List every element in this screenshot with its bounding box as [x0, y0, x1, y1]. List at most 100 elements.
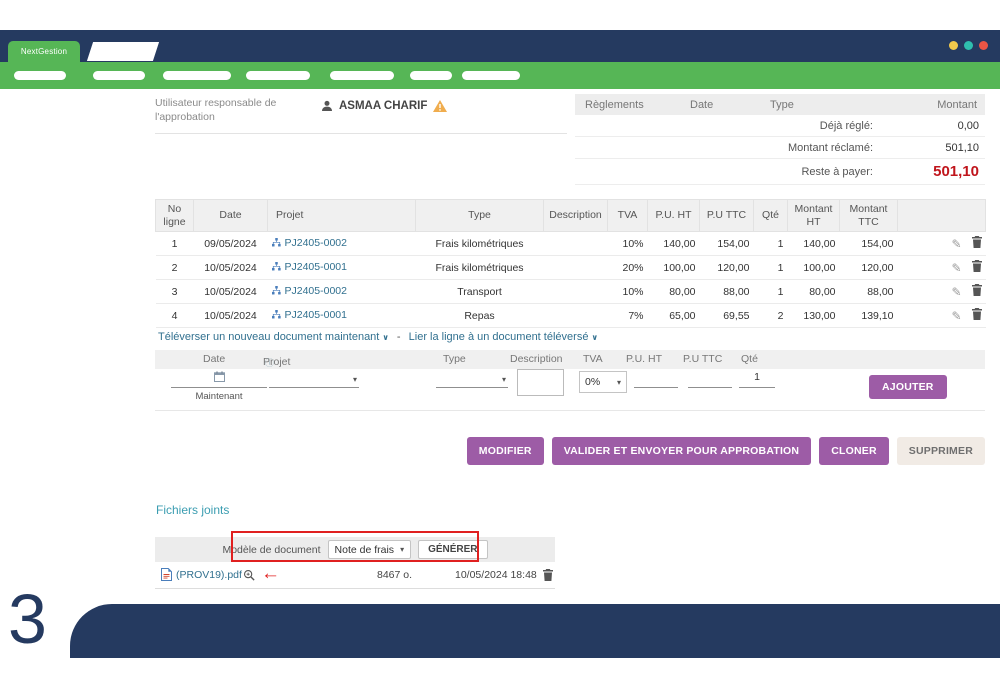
cell-description: [544, 304, 608, 328]
redacted-tab-title: [87, 42, 159, 61]
warning-icon[interactable]: [433, 100, 447, 112]
project-link[interactable]: PJ2405-0002: [285, 285, 347, 297]
cell-pu-ttc: 88,00: [700, 280, 754, 304]
delete-line-icon[interactable]: [972, 263, 982, 275]
upload-document-link[interactable]: Téléverser un nouveau document maintenan…: [158, 331, 389, 343]
edit-icon[interactable]: ✎: [951, 237, 961, 251]
cell-montant-ht: 130,00: [788, 304, 840, 328]
col-no-ligne: No ligne: [156, 200, 194, 232]
type-select[interactable]: ▾: [436, 371, 508, 388]
nav-item-redacted[interactable]: [246, 71, 310, 80]
description-input[interactable]: [517, 369, 564, 396]
cell-type: Frais kilométriques: [416, 232, 544, 256]
edit-icon[interactable]: ✎: [951, 261, 961, 275]
col-montant-ttc: Montant TTC: [840, 200, 898, 232]
cell-tva: 10%: [608, 232, 648, 256]
edit-icon[interactable]: ✎: [951, 309, 961, 323]
template-select[interactable]: Note de frais ▾: [328, 540, 412, 559]
cell-pu-ht: 100,00: [648, 256, 700, 280]
cell-no: 3: [156, 280, 194, 304]
cell-date: 09/05/2024: [194, 232, 268, 256]
cell-tva: 10%: [608, 280, 648, 304]
expense-line-row: 3 10/05/2024 PJ2405-0002 Transport 10% 8…: [156, 280, 986, 304]
cell-montant-ttc: 120,00: [840, 256, 898, 280]
nav-item-redacted[interactable]: [163, 71, 231, 80]
generate-button[interactable]: GÉNÉRER: [418, 540, 487, 559]
caret-down-icon: ▾: [353, 375, 357, 384]
payments-row-montant-reclame: Montant réclamé: 501,10: [575, 137, 985, 159]
project-link[interactable]: PJ2405-0001: [285, 261, 347, 273]
attachment-file-row: (PROV19).pdf ← 8467 o. 10/05/2024 18:48: [155, 563, 555, 589]
date-input[interactable]: Maintenant: [171, 371, 267, 402]
col-montant-ht: Montant HT: [788, 200, 840, 232]
add-form-header: Date Projetⓘ Type Description TVA P.U. H…: [155, 350, 985, 369]
add-line-form: Maintenant ▾ ▾ 0% ▾ 1 AJOUTER: [155, 371, 985, 411]
nav-item-redacted[interactable]: [410, 71, 452, 80]
window-button-teal[interactable]: [964, 41, 973, 50]
zoom-preview-icon[interactable]: [243, 569, 255, 584]
nav-item-redacted[interactable]: [93, 71, 145, 80]
delete-line-icon[interactable]: [972, 239, 982, 251]
cell-description: [544, 232, 608, 256]
col-pu-ttc: P.U TTC: [700, 200, 754, 232]
approval-section: Utilisateur responsable de l'approbation…: [155, 96, 567, 134]
payments-header-reglements: Règlements: [575, 99, 690, 111]
tva-select[interactable]: 0% ▾: [579, 371, 627, 393]
window-button-yellow[interactable]: [949, 41, 958, 50]
expense-line-row: 2 10/05/2024 PJ2405-0001 Frais kilométri…: [156, 256, 986, 280]
form-col-date: Date: [203, 353, 225, 365]
form-col-pu-ht: P.U. HT: [626, 353, 662, 365]
cell-description: [544, 256, 608, 280]
delete-line-icon[interactable]: [972, 287, 982, 299]
caret-down-icon: ▾: [400, 545, 404, 554]
payment-label: Déjà réglé:: [820, 120, 873, 132]
delete-button[interactable]: SUPPRIMER: [897, 437, 985, 465]
nav-item-redacted[interactable]: [330, 71, 394, 80]
project-icon: [272, 238, 281, 250]
nav-item-redacted[interactable]: [14, 71, 66, 80]
payment-label: Montant réclamé:: [788, 142, 873, 154]
edit-icon[interactable]: ✎: [951, 285, 961, 299]
form-col-description: Description: [510, 353, 563, 365]
pu-ttc-input[interactable]: [688, 371, 732, 388]
cell-qte: 2: [754, 304, 788, 328]
payments-row-reste-a-payer: Reste à payer: 501,10: [575, 159, 985, 185]
caret-down-icon: ▾: [617, 378, 621, 387]
col-type: Type: [416, 200, 544, 232]
cell-type: Frais kilométriques: [416, 256, 544, 280]
clone-button[interactable]: CLONER: [819, 437, 889, 465]
pu-ht-input[interactable]: [634, 371, 678, 388]
window-button-red[interactable]: [979, 41, 988, 50]
date-hint: Maintenant: [171, 391, 267, 402]
expense-line-row: 1 09/05/2024 PJ2405-0002 Frais kilométri…: [156, 232, 986, 256]
nav-item-redacted[interactable]: [462, 71, 520, 80]
cell-montant-ttc: 139,10: [840, 304, 898, 328]
cell-montant-ht: 80,00: [788, 280, 840, 304]
cell-date: 10/05/2024: [194, 280, 268, 304]
attachment-file-size: 8467 o.: [377, 569, 412, 581]
project-link[interactable]: PJ2405-0002: [285, 237, 347, 249]
modify-button[interactable]: MODIFIER: [467, 437, 544, 465]
pdf-file-icon: [161, 568, 172, 584]
project-icon: [272, 310, 281, 322]
payments-panel: Règlements Date Type Montant Déjà réglé:…: [575, 94, 985, 185]
attachment-file-date: 10/05/2024 18:48: [455, 569, 537, 581]
calendar-icon: [214, 371, 225, 382]
cell-pu-ttc: 120,00: [700, 256, 754, 280]
browser-tab-active[interactable]: NextGestion: [8, 41, 80, 62]
delete-line-icon[interactable]: [972, 311, 982, 323]
cell-no: 2: [156, 256, 194, 280]
attachment-file-name[interactable]: (PROV19).pdf: [176, 569, 242, 581]
document-template-bar: Modèle de document Note de frais ▾ GÉNÉR…: [155, 537, 555, 562]
add-button[interactable]: AJOUTER: [869, 375, 947, 399]
cell-qte: 1: [754, 256, 788, 280]
project-select[interactable]: ▾: [269, 371, 359, 388]
cell-pu-ht: 80,00: [648, 280, 700, 304]
validate-send-button[interactable]: VALIDER ET ENVOYER POUR APPROBATION: [552, 437, 812, 465]
cell-no: 1: [156, 232, 194, 256]
link-existing-document-link[interactable]: Lier la ligne à un document téléversé∨: [409, 331, 598, 343]
qty-input[interactable]: 1: [739, 371, 775, 388]
project-link[interactable]: PJ2405-0001: [285, 309, 347, 321]
delete-attachment-icon[interactable]: [543, 569, 553, 584]
cell-qte: 1: [754, 280, 788, 304]
